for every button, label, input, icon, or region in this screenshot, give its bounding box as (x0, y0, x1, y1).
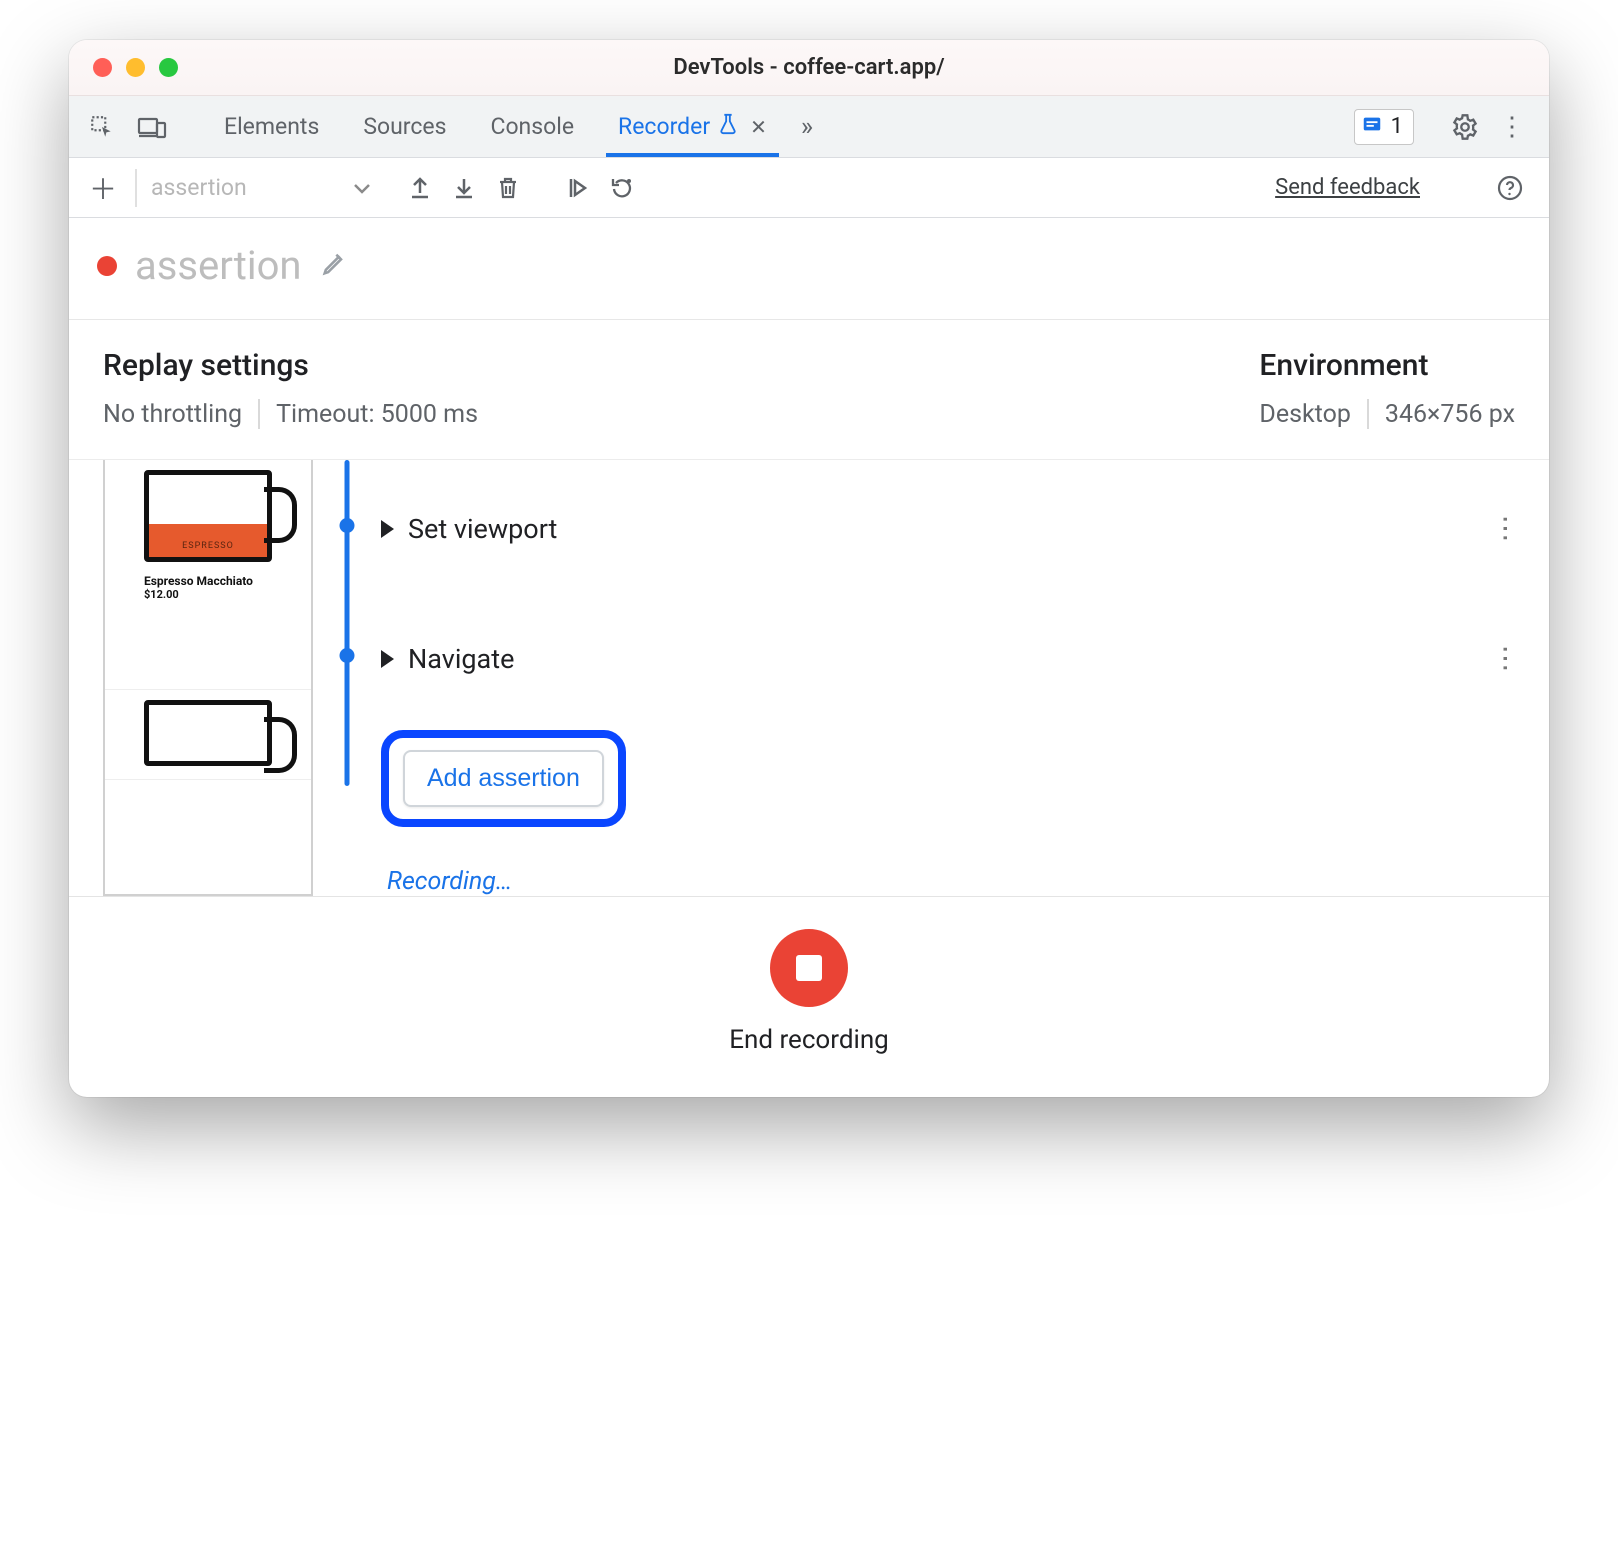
settings-row: Replay settings No throttling Timeout: 5… (69, 320, 1549, 460)
step-label: Navigate (408, 643, 514, 675)
close-tab-icon[interactable]: ✕ (746, 115, 767, 139)
replay-settings-heading: Replay settings (103, 348, 478, 383)
import-icon[interactable] (444, 169, 484, 207)
titlebar: DevTools - coffee-cart.app/ (69, 40, 1549, 96)
bottom-bar: End recording (69, 896, 1549, 1097)
more-tabs-button[interactable]: » (789, 96, 825, 157)
end-recording-label: End recording (729, 1025, 889, 1055)
timeline: ESPRESSO Espresso Macchiato $12.00 Set v… (69, 460, 1549, 896)
steps-column: Set viewport ⋯ Navigate ⋯ Add assertion … (381, 460, 1521, 896)
play-icon[interactable] (557, 169, 597, 207)
panel-tabs: Elements Sources Console Recorder ✕ » (202, 96, 825, 157)
cup-label: ESPRESSO (149, 541, 267, 551)
window-title: DevTools - coffee-cart.app/ (69, 55, 1549, 80)
tab-elements[interactable]: Elements (202, 96, 341, 157)
throttling-value[interactable]: No throttling (103, 400, 242, 429)
cup-icon: ESPRESSO (144, 470, 272, 562)
tab-label: Sources (363, 113, 446, 140)
highlight-box: Add assertion (381, 730, 626, 827)
expand-triangle-icon (381, 650, 394, 668)
screenshot-thumbnail[interactable] (105, 690, 311, 780)
dimensions-value[interactable]: 346×756 px (1385, 400, 1515, 429)
recording-indicator-icon (97, 256, 117, 276)
product-price: $12.00 (144, 588, 272, 601)
more-menu-icon[interactable]: ⋮ (1491, 106, 1533, 148)
send-feedback-link[interactable]: Send feedback (1275, 175, 1420, 200)
product-name: Espresso Macchiato (144, 574, 272, 588)
issues-icon (1361, 113, 1383, 141)
minimize-window-button[interactable] (126, 58, 145, 77)
flask-icon (718, 113, 738, 141)
screenshot-column: ESPRESSO Espresso Macchiato $12.00 (103, 460, 313, 896)
recording-selector[interactable]: assertion (151, 174, 371, 201)
tab-recorder[interactable]: Recorder ✕ (596, 96, 789, 157)
device-toolbar-icon[interactable] (129, 108, 175, 146)
replay-icon[interactable] (601, 169, 643, 207)
replay-settings: Replay settings No throttling Timeout: 5… (103, 348, 478, 429)
expand-triangle-icon (381, 520, 394, 538)
export-icon[interactable] (400, 169, 440, 207)
divider (1367, 399, 1369, 429)
issues-badge[interactable]: 1 (1354, 109, 1414, 145)
tab-label: Console (490, 113, 574, 140)
devtools-window: DevTools - coffee-cart.app/ Elements Sou… (69, 40, 1549, 1097)
issues-count: 1 (1391, 114, 1403, 139)
step-set-viewport[interactable]: Set viewport ⋯ (381, 494, 1521, 564)
settings-icon[interactable] (1443, 107, 1487, 147)
step-menu-icon[interactable]: ⋯ (1490, 514, 1523, 544)
recording-title: assertion (135, 242, 302, 289)
environment-settings: Environment Desktop 346×756 px (1259, 348, 1515, 429)
inspect-element-icon[interactable] (81, 108, 123, 146)
cup-icon (144, 700, 272, 766)
recorder-toolbar: ＋ assertion Send feedback (69, 158, 1549, 218)
recording-selector-value: assertion (151, 174, 247, 201)
tab-sources[interactable]: Sources (341, 96, 468, 157)
chevron-double-right-icon: » (801, 112, 813, 142)
zoom-window-button[interactable] (159, 58, 178, 77)
device-value[interactable]: Desktop (1259, 400, 1350, 429)
add-assertion-button[interactable]: Add assertion (403, 750, 604, 807)
traffic-lights (69, 58, 178, 77)
screenshot-thumbnail[interactable]: ESPRESSO Espresso Macchiato $12.00 (105, 460, 311, 690)
step-navigate[interactable]: Navigate ⋯ (381, 624, 1521, 694)
tab-console[interactable]: Console (468, 96, 596, 157)
step-menu-icon[interactable]: ⋯ (1490, 644, 1523, 674)
help-icon[interactable] (1489, 169, 1531, 207)
timeline-node (340, 648, 355, 663)
devtools-tabstrip: Elements Sources Console Recorder ✕ » 1 (69, 96, 1549, 158)
close-window-button[interactable] (93, 58, 112, 77)
recording-status: Recording… (387, 867, 1521, 896)
timeline-track (313, 460, 381, 896)
timeout-value[interactable]: Timeout: 5000 ms (276, 400, 478, 429)
end-recording-button[interactable] (770, 929, 848, 1007)
stop-icon (796, 955, 822, 981)
new-recording-button[interactable]: ＋ (81, 168, 125, 208)
chevron-down-icon (353, 174, 371, 201)
tab-label: Recorder (618, 113, 710, 140)
tab-label: Elements (224, 113, 319, 140)
step-label: Set viewport (408, 513, 557, 545)
delete-icon[interactable] (488, 169, 528, 207)
timeline-node (340, 518, 355, 533)
recording-header: assertion (69, 218, 1549, 320)
divider (258, 399, 260, 429)
edit-title-icon[interactable] (320, 250, 348, 282)
environment-heading: Environment (1259, 348, 1515, 383)
